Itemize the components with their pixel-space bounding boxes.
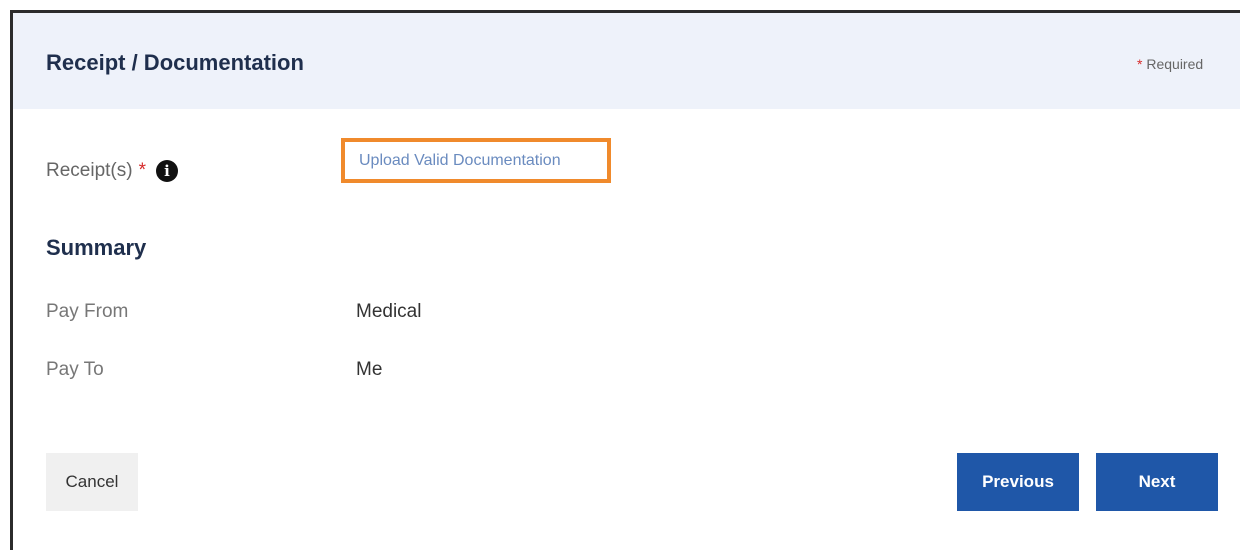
cancel-button[interactable]: Cancel: [46, 453, 138, 511]
required-label: Required: [1146, 56, 1204, 72]
required-asterisk: *: [1137, 56, 1143, 72]
previous-button[interactable]: Previous: [957, 453, 1079, 511]
upload-highlight-box: Upload Valid Documentation: [341, 138, 611, 183]
summary-pay-to-value: Me: [356, 359, 383, 380]
receipts-required-asterisk: *: [138, 160, 146, 181]
form-panel: Receipt / Documentation * Required Recei…: [10, 10, 1240, 550]
receipts-label-text: Receipt(s): [46, 160, 133, 181]
page-title: Receipt / Documentation: [46, 50, 304, 75]
info-icon-glyph: i: [164, 161, 170, 180]
summary-title: Summary: [46, 235, 147, 260]
summary-pay-from-value: Medical: [356, 301, 422, 322]
info-icon[interactable]: i: [155, 160, 178, 182]
summary-pay-to-label: Pay To: [46, 359, 104, 380]
required-note: * Required: [1137, 56, 1203, 72]
summary-pay-from-label: Pay From: [46, 301, 129, 322]
receipts-field-label: Receipt(s) * i: [46, 160, 178, 182]
upload-documentation-link[interactable]: Upload Valid Documentation: [359, 152, 561, 170]
form-header: Receipt / Documentation * Required: [13, 13, 1240, 109]
next-button[interactable]: Next: [1096, 453, 1218, 511]
